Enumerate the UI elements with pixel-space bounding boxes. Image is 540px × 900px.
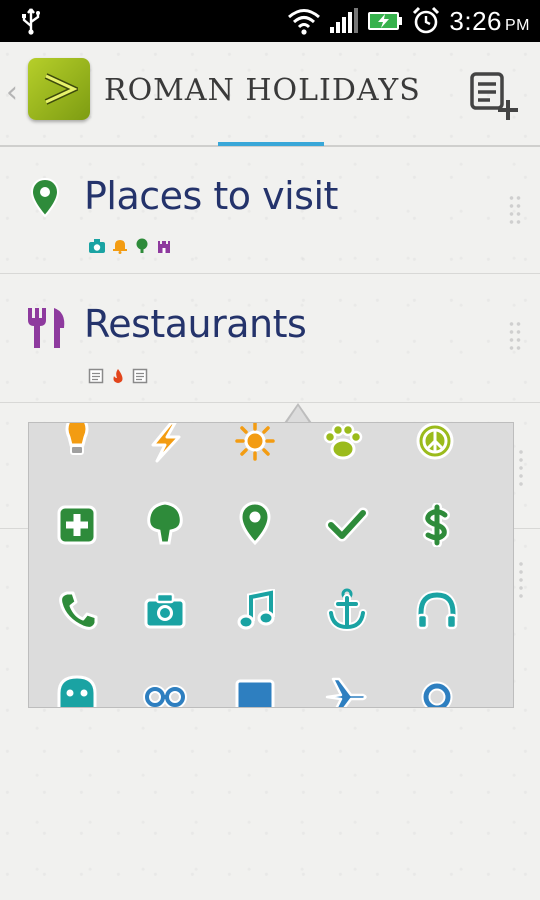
- list-divider: [0, 402, 540, 403]
- alarm-icon: [413, 6, 440, 34]
- page-title: ROMAN HOLIDAYS: [104, 73, 421, 108]
- glasses-icon[interactable]: [143, 677, 187, 708]
- drag-handle[interactable]: [508, 194, 522, 228]
- screen-icon[interactable]: [233, 677, 277, 708]
- note-icon: [132, 368, 148, 384]
- sun-icon[interactable]: [233, 422, 277, 465]
- status-bar: 3:26 PM: [0, 0, 540, 42]
- list-item[interactable]: Restaurants: [0, 276, 540, 402]
- camera-icon: [89, 239, 105, 253]
- headphones-icon[interactable]: [415, 589, 459, 633]
- lightbulb-icon[interactable]: [55, 422, 99, 463]
- location-pin-icon[interactable]: [233, 501, 277, 545]
- camera-icon[interactable]: [143, 589, 187, 633]
- ring-icon[interactable]: [415, 677, 459, 708]
- list-title: Restaurants: [84, 302, 307, 346]
- list-tags: [88, 368, 148, 384]
- chevron-left-icon[interactable]: ‹: [6, 78, 18, 108]
- ghost-icon[interactable]: [55, 673, 99, 708]
- list-tags: [88, 238, 172, 254]
- anchor-icon[interactable]: [325, 587, 369, 631]
- fire-icon: [113, 369, 123, 383]
- lightning-icon[interactable]: [143, 422, 187, 465]
- usb-icon: [22, 8, 40, 35]
- app-logo-icon[interactable]: [28, 58, 90, 120]
- dollar-icon[interactable]: [415, 503, 459, 547]
- phone-icon[interactable]: [55, 589, 99, 633]
- note-icon: [88, 368, 104, 384]
- music-note-icon[interactable]: [235, 589, 279, 633]
- castle-icon: [158, 241, 170, 253]
- wifi-icon: [288, 9, 321, 35]
- fork-knife-icon: [28, 308, 65, 348]
- icon-picker-popup[interactable]: [28, 422, 514, 708]
- paw-icon[interactable]: [321, 422, 365, 465]
- list-title: Places to visit: [84, 174, 338, 218]
- list-item[interactable]: Places to visit: [0, 150, 540, 274]
- battery-charging-icon: [368, 12, 403, 30]
- drag-handle: [518, 560, 524, 600]
- drag-handle[interactable]: [508, 320, 522, 354]
- airplane-icon[interactable]: [325, 675, 369, 708]
- location-pin-icon: [30, 178, 60, 218]
- add-list-icon[interactable]: [466, 68, 522, 124]
- list-divider: [0, 273, 540, 274]
- status-time: 3:26 PM: [449, 5, 530, 36]
- checkmark-icon[interactable]: [325, 503, 369, 547]
- bell-icon: [113, 240, 127, 254]
- signal-icon: [330, 8, 359, 33]
- peace-icon[interactable]: [413, 422, 457, 463]
- status-ampm: PM: [505, 16, 530, 34]
- tree-icon[interactable]: [143, 501, 187, 545]
- first-aid-icon[interactable]: [55, 503, 99, 547]
- tree-icon: [136, 238, 148, 253]
- drag-handle: [518, 448, 524, 488]
- tab-indicator: [218, 142, 324, 146]
